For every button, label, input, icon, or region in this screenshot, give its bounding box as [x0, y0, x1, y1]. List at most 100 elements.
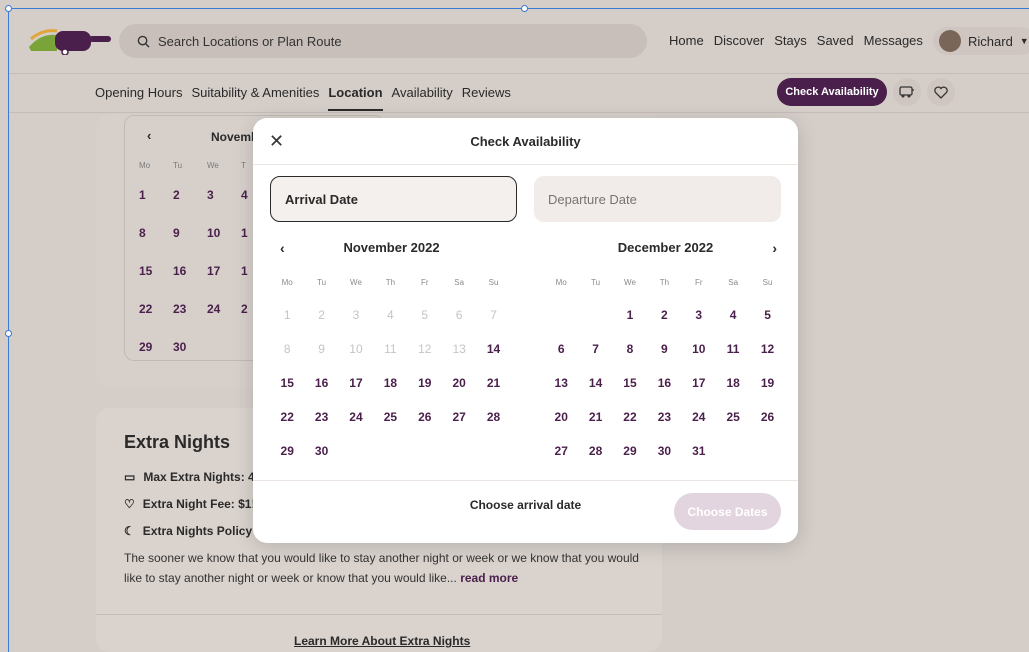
nav-stays[interactable]: Stays	[774, 33, 807, 48]
calendar-day[interactable]: 23	[304, 400, 338, 434]
tab-suitability[interactable]: Suitability & Amenities	[191, 85, 319, 111]
calendar-day[interactable]: 29	[139, 340, 173, 354]
departure-date-field[interactable]: Departure Date	[534, 176, 781, 222]
calendar-day[interactable]: 24	[207, 302, 241, 316]
calendar-day[interactable]: 15	[270, 366, 304, 400]
nav-home[interactable]: Home	[669, 33, 704, 48]
calendar-day[interactable]: 14	[476, 332, 510, 366]
calendar-day: 13	[452, 342, 466, 356]
calendar-day[interactable]: 25	[716, 400, 750, 434]
calendar-day[interactable]: 4	[716, 298, 750, 332]
calendar-day[interactable]: 20	[544, 400, 578, 434]
choose-dates-button[interactable]: Choose Dates	[674, 493, 781, 530]
calendar-day[interactable]: 25	[373, 400, 407, 434]
calendar-day[interactable]: 31	[682, 434, 716, 468]
calendar-day[interactable]: 3	[682, 298, 716, 332]
tab-location[interactable]: Location	[328, 85, 383, 111]
user-menu[interactable]: Richard ▼	[933, 27, 1029, 55]
weekday-label: Th	[385, 278, 396, 287]
calendar-day[interactable]: 13	[544, 366, 578, 400]
moon-icon: ☾	[124, 524, 135, 538]
calendar-day[interactable]: 2	[647, 298, 681, 332]
calendar-day[interactable]: 1	[139, 188, 173, 202]
calendar-day[interactable]: 6	[544, 332, 578, 366]
calendar-day[interactable]: 24	[682, 400, 716, 434]
calendar-day[interactable]: 30	[173, 340, 207, 354]
read-more-link[interactable]: read more	[460, 571, 518, 585]
calendar-day[interactable]: 17	[207, 264, 241, 278]
tab-opening-hours[interactable]: Opening Hours	[95, 85, 182, 111]
calendar-day[interactable]: 14	[578, 366, 612, 400]
check-availability-button[interactable]: Check Availability	[777, 78, 887, 106]
nav-messages[interactable]: Messages	[864, 33, 923, 48]
calendar-day[interactable]: 10	[682, 332, 716, 366]
calendar-day[interactable]: 10	[207, 226, 241, 240]
calendar-day[interactable]: 23	[173, 302, 207, 316]
logo-icon[interactable]	[27, 25, 113, 55]
learn-more-link[interactable]: Learn More About Extra Nights	[294, 634, 470, 648]
chevron-left-icon[interactable]: ‹	[147, 128, 151, 143]
calendar-day[interactable]: 16	[173, 264, 207, 278]
calendar-day[interactable]: 23	[647, 400, 681, 434]
chevron-right-icon[interactable]: ›	[772, 240, 777, 256]
resize-handle[interactable]	[5, 5, 12, 12]
calendar-day[interactable]: 1	[613, 298, 647, 332]
calendar-day[interactable]: 3	[207, 188, 241, 202]
description-text: The sooner we know that you would like t…	[124, 551, 639, 585]
calendar-day[interactable]: 29	[613, 434, 647, 468]
calendar-day[interactable]: 17	[682, 366, 716, 400]
calendar-day[interactable]: 24	[339, 400, 373, 434]
calendar-day[interactable]: 12	[750, 332, 784, 366]
chevron-left-icon[interactable]: ‹	[280, 240, 285, 256]
calendar-day[interactable]: 22	[270, 400, 304, 434]
calendar-day[interactable]: 18	[716, 366, 750, 400]
calendar-day[interactable]: 2	[173, 188, 207, 202]
calendar-day[interactable]: 16	[304, 366, 338, 400]
calendar-day[interactable]: 27	[442, 400, 476, 434]
resize-handle[interactable]	[521, 5, 528, 12]
resize-handle[interactable]	[5, 330, 12, 337]
calendar-day[interactable]: 26	[750, 400, 784, 434]
calendar-day[interactable]: 18	[373, 366, 407, 400]
calendar-day[interactable]: 26	[408, 400, 442, 434]
calendar-day[interactable]: 22	[139, 302, 173, 316]
weekday-label: Sa	[728, 278, 739, 287]
calendar-day[interactable]: 15	[613, 366, 647, 400]
calendar-day[interactable]: 30	[647, 434, 681, 468]
calendar-day[interactable]: 21	[578, 400, 612, 434]
tab-reviews[interactable]: Reviews	[462, 85, 511, 111]
calendar-day[interactable]: 8	[139, 226, 173, 240]
calendar-day[interactable]: 5	[750, 298, 784, 332]
calendar-day[interactable]: 19	[750, 366, 784, 400]
extra-night-fee: ♡ Extra Night Fee: $1!	[124, 497, 255, 511]
calendar-day[interactable]: 11	[716, 332, 750, 366]
check-availability-modal: ✕ Check Availability Arrival Date Depart…	[253, 118, 798, 543]
search-bar[interactable]: Search Locations or Plan Route	[119, 24, 647, 58]
arrival-date-field[interactable]: Arrival Date	[270, 176, 517, 222]
nav-saved[interactable]: Saved	[817, 33, 854, 48]
calendar-day[interactable]: 28	[578, 434, 612, 468]
calendar-day[interactable]: 15	[139, 264, 173, 278]
calendar-day[interactable]: 29	[270, 434, 304, 468]
divider	[253, 164, 798, 165]
calendar-day[interactable]: 9	[173, 226, 207, 240]
calendar-day[interactable]: 7	[578, 332, 612, 366]
calendar-day[interactable]: 21	[476, 366, 510, 400]
calendar-day[interactable]: 30	[304, 434, 338, 468]
calendar-day[interactable]: 19	[408, 366, 442, 400]
calendar-day[interactable]: 22	[613, 400, 647, 434]
max-extra-nights: ▭ Max Extra Nights: 4	[124, 470, 255, 484]
vehicle-icon-button[interactable]	[893, 78, 921, 106]
calendar-day[interactable]: 8	[613, 332, 647, 366]
month-grid: Mo Tu We Th Fr Sa Su 1 2 3 4 5 6 7 8 9 10 11 12 13 14 15 16 17 1…	[270, 268, 513, 468]
calendar-day[interactable]: 17	[339, 366, 373, 400]
calendar-day[interactable]: 28	[476, 400, 510, 434]
calendar-day[interactable]: 16	[647, 366, 681, 400]
calendar-day[interactable]: 27	[544, 434, 578, 468]
calendar-day[interactable]: 9	[647, 332, 681, 366]
heart-icon-button[interactable]	[927, 78, 955, 106]
calendar-day[interactable]: 20	[442, 366, 476, 400]
tab-availability[interactable]: Availability	[392, 85, 453, 111]
nav-discover[interactable]: Discover	[714, 33, 765, 48]
calendar-month-november: ‹ November 2022 Mo Tu We Th Fr Sa Su 1 2 3 4 5 6 7 8 9 1…	[270, 240, 513, 468]
